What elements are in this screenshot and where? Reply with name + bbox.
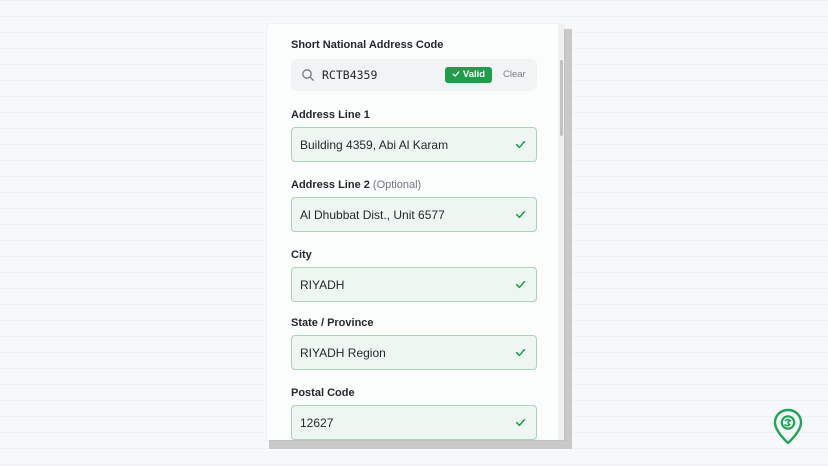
- city-input[interactable]: RIYADH: [291, 267, 537, 302]
- address-line-2-label: Address Line 2 (Optional): [291, 179, 421, 191]
- address-line-2-input[interactable]: Al Dhubbat Dist., Unit 6577: [291, 197, 537, 232]
- address-line-2-label-text: Address Line 2: [291, 179, 370, 191]
- postal-code-label: Postal Code: [291, 387, 355, 399]
- check-icon: [515, 210, 526, 219]
- address-form-panel: Short National Address Code RCTB4359 Val…: [267, 24, 564, 440]
- map-pin-logo-icon: [773, 408, 803, 445]
- address-line-1-value: Building 4359, Abi Al Karam: [300, 138, 449, 152]
- state-label-text: State / Province: [291, 317, 374, 329]
- address-line-1-label: Address Line 1: [291, 109, 370, 121]
- state-value: RIYADH Region: [300, 346, 386, 360]
- city-label-text: City: [291, 249, 312, 261]
- state-label: State / Province: [291, 317, 374, 329]
- postal-code-value: 12627: [300, 416, 334, 430]
- address-line-2-value: Al Dhubbat Dist., Unit 6577: [300, 208, 445, 222]
- optional-hint: (Optional): [372, 179, 422, 191]
- valid-badge: Valid: [445, 67, 492, 83]
- postal-code-input[interactable]: 12627: [291, 405, 537, 440]
- city-label: City: [291, 249, 312, 261]
- scrollbar-track[interactable]: [558, 24, 564, 440]
- short-code-input[interactable]: RCTB4359: [322, 68, 377, 82]
- address-line-1-input[interactable]: Building 4359, Abi Al Karam: [291, 127, 537, 162]
- valid-badge-label: Valid: [462, 69, 486, 80]
- clear-button[interactable]: Clear: [503, 69, 526, 80]
- address-line-1-label-text: Address Line 1: [291, 109, 370, 121]
- short-code-label: Short National Address Code: [291, 39, 444, 51]
- search-icon: [302, 69, 314, 81]
- postal-code-label-text: Postal Code: [291, 387, 355, 399]
- short-code-search-box[interactable]: RCTB4359 Valid Clear: [291, 59, 537, 91]
- check-icon: [515, 348, 526, 357]
- check-icon: [515, 418, 526, 427]
- city-value: RIYADH: [300, 278, 345, 292]
- check-icon: [515, 140, 526, 149]
- check-icon: [515, 280, 526, 289]
- state-input[interactable]: RIYADH Region: [291, 335, 537, 370]
- check-icon: [452, 71, 460, 77]
- scrollbar-thumb[interactable]: [560, 60, 563, 136]
